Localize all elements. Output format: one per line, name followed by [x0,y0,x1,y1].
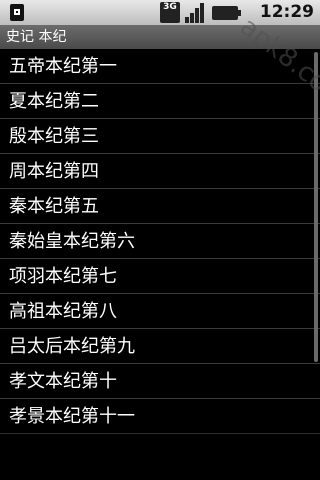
chapter-item[interactable]: 高祖本纪第八 [0,294,320,329]
scrollbar[interactable] [314,52,318,362]
signal-icon [185,3,204,23]
chapter-item[interactable]: 吕太后本纪第九 [0,329,320,364]
chapter-item[interactable]: 五帝本纪第一 [0,49,320,84]
chapter-item[interactable]: 周本纪第四 [0,154,320,189]
battery-icon [212,6,241,20]
chapter-item[interactable]: 殷本纪第三 [0,119,320,154]
sd-card-icon [10,4,24,21]
network-label: 3G [163,2,177,12]
chapter-list[interactable]: 五帝本纪第一 夏本纪第二 殷本纪第三 周本纪第四 秦本纪第五 秦始皇本纪第六 项… [0,49,320,480]
chapter-item[interactable]: 项羽本纪第七 [0,259,320,294]
chapter-item[interactable]: 孝文本纪第十 [0,364,320,399]
status-clock: 12:29 [259,2,314,22]
chapter-item[interactable]: 孝景本纪第十一 [0,399,320,434]
chapter-item[interactable]: 秦本纪第五 [0,189,320,224]
network-3g-icon: 3G [160,2,180,23]
page-title: 史记 本纪 [6,29,67,45]
status-bar: 3G 12:29 [0,0,320,25]
app-title-bar: 史记 本纪 [0,25,320,49]
chapter-item[interactable]: 夏本纪第二 [0,84,320,119]
chapter-item[interactable]: 秦始皇本纪第六 [0,224,320,259]
